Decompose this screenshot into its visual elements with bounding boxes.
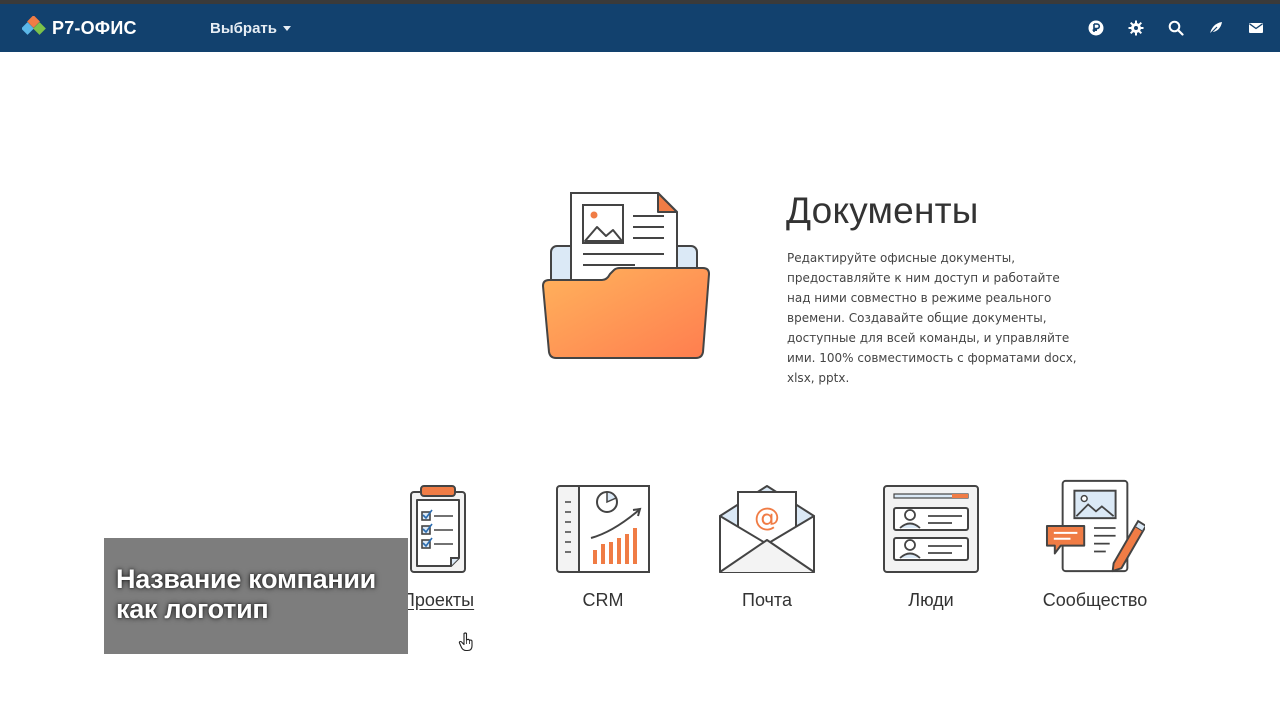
module-label: Почта <box>742 590 792 610</box>
module-label: CRM <box>582 590 624 610</box>
crm-icon <box>553 478 653 574</box>
feed-icon[interactable] <box>1204 16 1228 40</box>
hero-description: Редактируйте офисные документы, предоста… <box>787 251 1077 385</box>
settings-icon[interactable] <box>1124 16 1148 40</box>
module-community[interactable]: Сообщество <box>1015 478 1175 611</box>
module-mail[interactable]: @ Почта <box>687 478 847 611</box>
payments-icon[interactable] <box>1084 16 1108 40</box>
mail-module-icon: @ <box>717 478 817 574</box>
people-icon <box>881 478 981 574</box>
app-logo[interactable]: Р7-ОФИС <box>22 16 137 40</box>
company-name-line-1: Название компании <box>116 564 376 594</box>
documents-illustration <box>540 190 714 362</box>
search-icon[interactable] <box>1164 16 1188 40</box>
module-label: Проекты <box>401 590 475 610</box>
module-crm[interactable]: CRM <box>523 478 683 611</box>
module-people[interactable]: Люди <box>851 478 1011 611</box>
module-label: Люди <box>908 590 954 610</box>
module-select-dropdown[interactable]: Выбрать <box>210 18 291 38</box>
logo-text: Р7-ОФИС <box>52 17 137 38</box>
company-name-logo-overlay: Название компании как логотип <box>104 538 408 654</box>
chevron-down-icon <box>282 25 291 31</box>
community-icon <box>1045 478 1145 574</box>
mail-icon[interactable] <box>1244 16 1268 40</box>
logo-mark-icon <box>22 16 46 35</box>
company-name-line-2: как логотип <box>116 594 269 624</box>
header-actions <box>1068 16 1268 40</box>
svg-text:@: @ <box>754 503 780 533</box>
top-navigation-bar: Р7-ОФИС Выбрать <box>0 4 1280 52</box>
hand-pointer-cursor-icon <box>458 632 473 652</box>
hero-title: Документы <box>786 190 979 231</box>
module-label: Сообщество <box>1042 590 1148 610</box>
module-select-label: Выбрать <box>210 19 277 37</box>
